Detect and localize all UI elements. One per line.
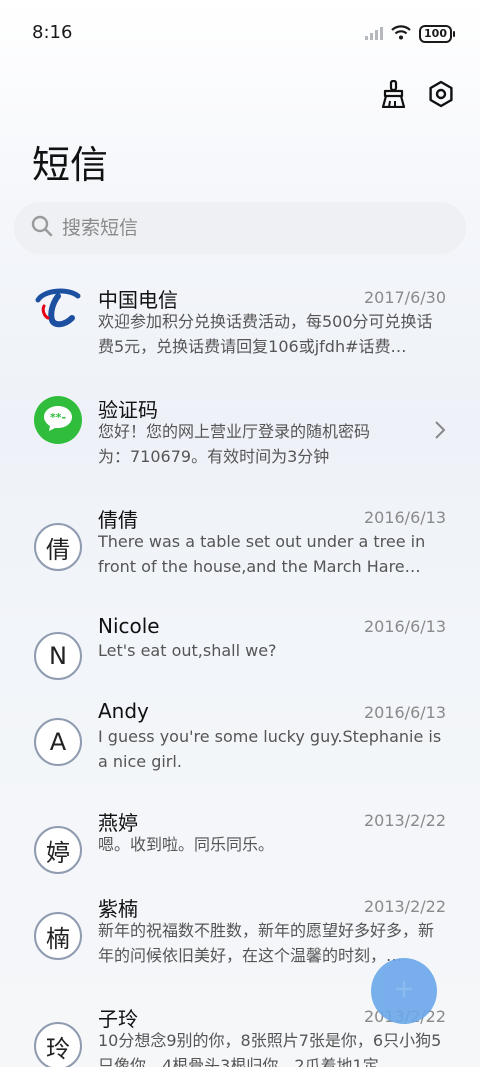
message-list: 中国电信 2017/6/30 欢迎参加积分兑换话费活动，每500分可兑换话费5元… [0,278,480,1067]
contact-name: 倩倩 [98,508,138,532]
message-date: 2013/2/22 [363,811,446,830]
contact-name: 验证码 [98,398,158,422]
message-preview: 嗯。收到啦。同乐同乐。 [98,835,275,854]
message-date: 2016/6/13 [363,703,446,722]
settings-gear-icon[interactable] [426,78,456,110]
avatar: **- [34,396,82,444]
message-preview: There was a table set out under a tree i… [98,532,426,576]
chevron-right-icon[interactable] [434,420,446,444]
message-item[interactable]: 倩 倩倩 2016/6/13 There was a table set out… [0,498,480,607]
avatar: 倩 [34,523,82,571]
contact-name: 子玲 [98,1007,138,1031]
telecom-logo-icon [34,284,82,336]
avatar [34,286,82,334]
message-item[interactable]: 中国电信 2017/6/30 欢迎参加积分兑换话费活动，每500分可兑换话费5元… [0,278,480,388]
toolbar [378,78,456,110]
contact-name: 中国电信 [98,288,178,312]
message-preview: I guess you're some lucky guy.Stephanie … [98,727,442,771]
avatar: 楠 [34,912,82,960]
svg-text:**-: **- [50,411,66,424]
search-bar[interactable] [14,202,466,254]
avatar: 玲 [34,1022,82,1067]
message-preview: 欢迎参加积分兑换话费活动，每500分可兑换话费5元，兑换话费请回复106或jfd… [98,312,433,356]
message-item[interactable]: **- 验证码 您好！您的网上营业厅登录的随机密码为：710679。有效时间为3… [0,388,480,498]
contact-name: 紫楠 [98,897,138,921]
message-item[interactable]: A Andy 2016/6/13 I guess you're some luc… [0,693,480,801]
compose-button[interactable] [371,958,437,1024]
avatar: N [34,632,82,680]
avatar: 婷 [34,826,82,874]
status-icons: 100 [365,24,455,44]
message-date: 2016/6/13 [363,508,446,527]
chat-bubble-icon: **- [42,404,74,436]
wifi-icon [391,24,411,44]
clean-brush-icon[interactable] [378,78,408,110]
message-date: 2017/6/30 [363,288,446,307]
status-time: 8:16 [32,22,73,43]
signal-icon [365,25,384,44]
status-bar: 8:16 100 [0,0,480,68]
message-date: 2013/2/22 [363,897,446,916]
message-preview: Let's eat out,shall we? [98,641,277,660]
contact-name: Nicole [98,614,160,638]
avatar: A [34,718,82,766]
plus-icon [393,978,415,1004]
battery-icon: 100 [419,25,455,43]
message-item[interactable]: 婷 燕婷 2013/2/22 嗯。收到啦。同乐同乐。 [0,801,480,887]
page-title: 短信 [32,143,109,187]
message-item[interactable]: N Nicole 2016/6/13 Let's eat out,shall w… [0,607,480,693]
contact-name: Andy [98,699,149,723]
search-icon [30,214,54,242]
message-preview: 您好！您的网上营业厅登录的随机密码为：710679。有效时间为3分钟 [98,422,371,466]
contact-name: 燕婷 [98,811,138,835]
search-input[interactable] [62,217,422,239]
message-date: 2016/6/13 [363,617,446,636]
message-preview: 10分想念9别的你，8张照片7张是你，6只小狗5只像你，4根骨头3根归你，2爪着… [98,1031,442,1067]
